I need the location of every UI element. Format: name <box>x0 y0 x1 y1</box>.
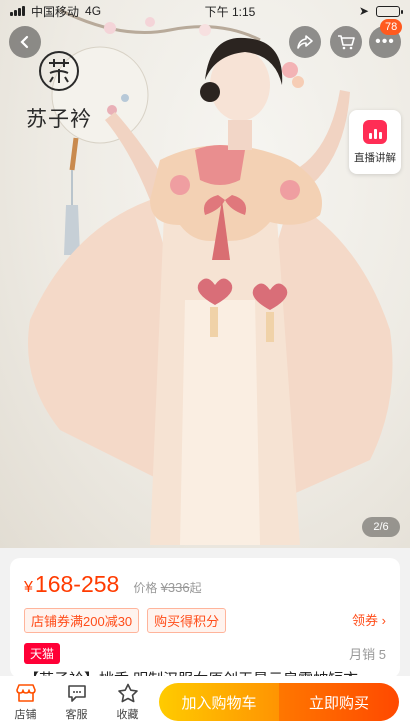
brand-emblem-icon <box>39 51 79 91</box>
coupon-list: 店铺券满200减30 购买得积分 <box>24 608 227 633</box>
service-label: 客服 <box>65 708 88 721</box>
brand-logo: 苏子衿 <box>26 50 92 133</box>
favorite-tab[interactable]: 收藏 <box>102 683 153 722</box>
network-type: 4G <box>85 4 102 18</box>
status-time: 下午 1:15 <box>204 4 256 19</box>
live-explain-button[interactable]: 直播讲解 <box>349 110 401 174</box>
cart-badge: 78 <box>380 19 403 35</box>
cart-icon <box>338 35 355 50</box>
carrier-name: 中国移动 <box>31 4 80 19</box>
battery-icon <box>375 5 403 17</box>
more-dots-icon: ••• <box>375 33 395 50</box>
image-pager: 2/6 <box>362 517 400 537</box>
add-to-cart-button[interactable]: 加入购物车 <box>159 683 279 721</box>
back-button[interactable] <box>9 26 41 58</box>
buy-now-button[interactable]: 立即购买 <box>279 683 399 721</box>
monthly-sales: 月销 5 <box>349 647 386 662</box>
shop-icon <box>15 683 36 702</box>
price-card: ¥168-258 价格 ¥336起 店铺券满200减30 购买得积分 领券 › … <box>10 558 400 678</box>
coupon-tag[interactable]: 店铺券满200减30 <box>24 608 140 633</box>
original-price: 价格 ¥336起 <box>133 580 202 595</box>
live-chart-icon <box>363 119 387 144</box>
signal-icon <box>10 6 25 16</box>
service-tab[interactable]: 客服 <box>51 683 102 722</box>
share-icon <box>297 35 313 49</box>
chevron-right-icon: › <box>381 613 386 628</box>
shop-tab[interactable]: 店铺 <box>0 683 51 722</box>
share-button[interactable] <box>289 26 321 58</box>
coupon-tag[interactable]: 购买得积分 <box>147 608 227 633</box>
shop-label: 店铺 <box>14 708 37 721</box>
bottom-action-bar: 店铺 客服 收藏 加入购物车 立即购买 <box>0 676 410 728</box>
live-explain-label: 直播讲解 <box>354 151 396 164</box>
cart-button[interactable] <box>330 26 362 58</box>
chat-icon <box>67 684 86 702</box>
location-icon: ➤ <box>358 4 369 18</box>
price: ¥168-258 <box>24 571 120 597</box>
favorite-label: 收藏 <box>116 708 139 721</box>
brand-name: 苏子衿 <box>26 107 92 131</box>
star-icon <box>117 683 138 702</box>
status-bar: 中国移动 4G 下午 1:15 ➤ <box>0 0 410 22</box>
get-coupon-link[interactable]: 领券 › <box>352 610 386 629</box>
tmall-badge: 天猫 <box>24 643 61 664</box>
chevron-left-icon <box>20 35 29 49</box>
